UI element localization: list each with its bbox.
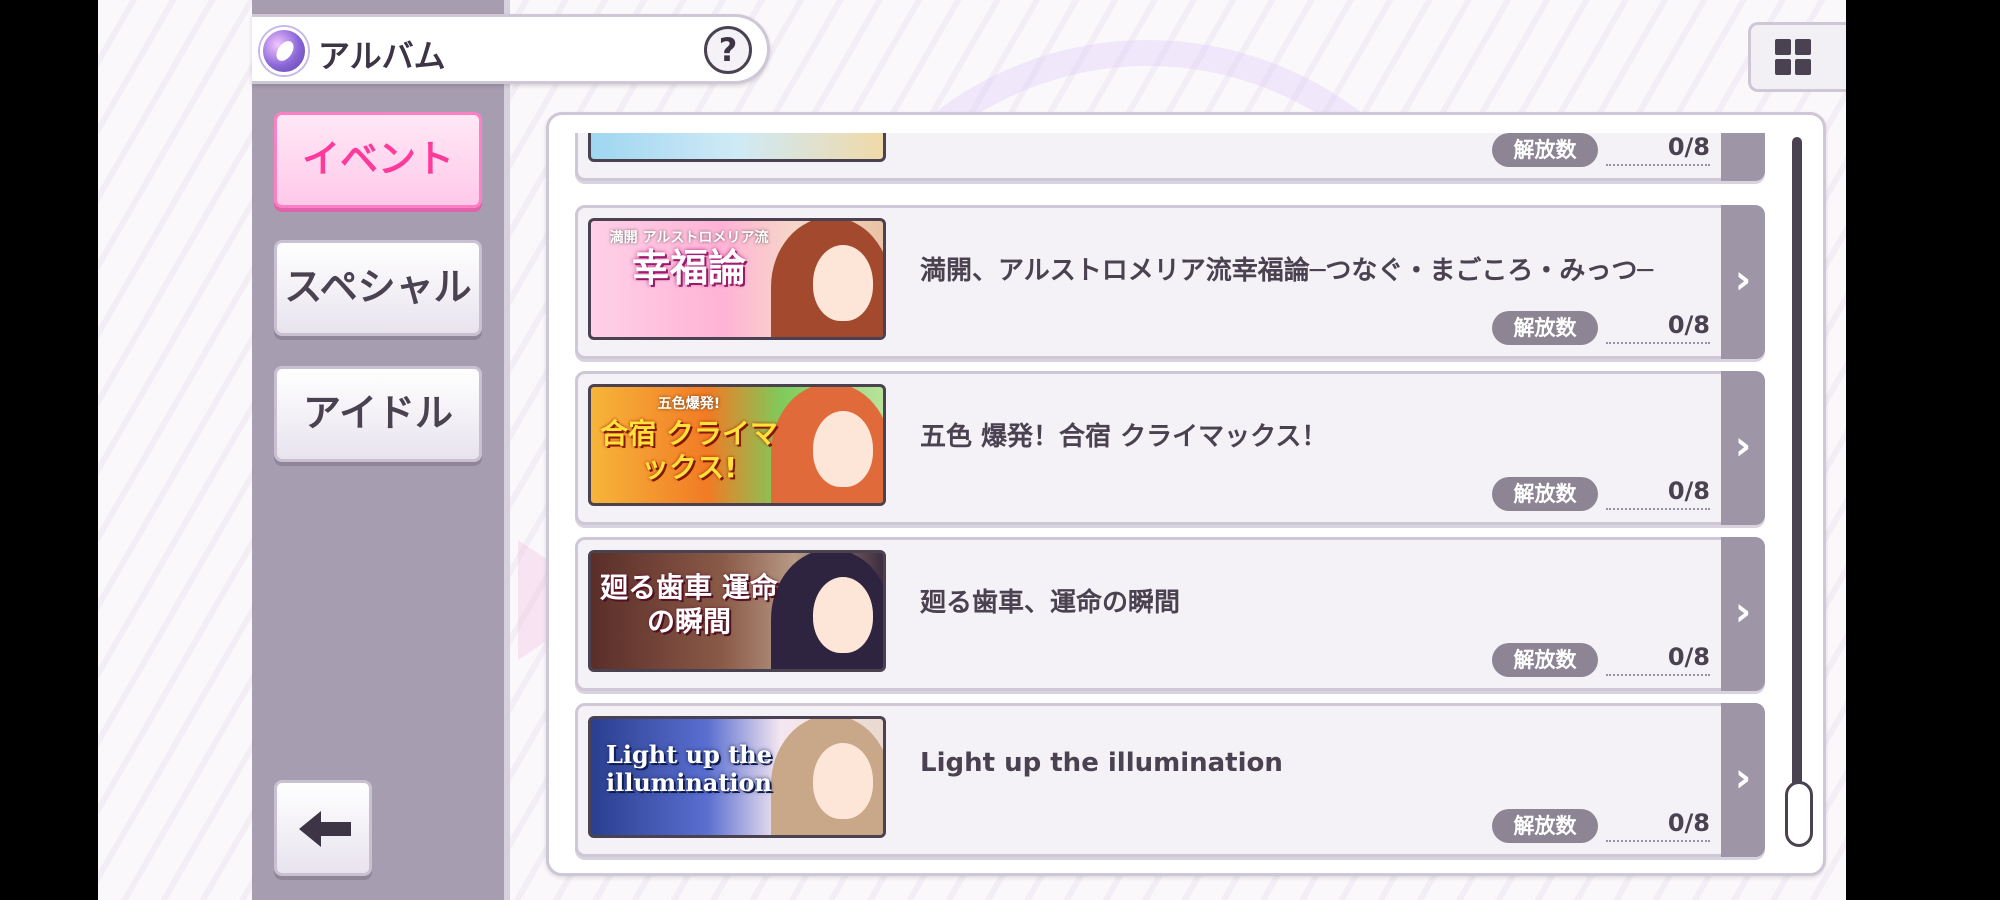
event-title: Light up the illumination — [920, 748, 1283, 778]
scrollbar-thumb[interactable] — [1785, 781, 1813, 847]
event-banner-portrait — [771, 221, 883, 337]
category-tab-idol[interactable]: アイドル — [274, 366, 482, 462]
letterbox-left — [0, 0, 98, 900]
event-row[interactable]: 解放数 0/8 › — [575, 133, 1765, 181]
unlock-badge: 解放数 — [1492, 809, 1598, 843]
event-title: 廻る歯車、運命の瞬間 — [920, 588, 1181, 618]
chevron-right-icon[interactable]: › — [1721, 703, 1765, 857]
album-icon — [260, 27, 308, 75]
event-banner-face — [813, 245, 873, 321]
back-button[interactable] — [274, 780, 372, 876]
grid-view-button[interactable] — [1748, 22, 1846, 92]
unlock-badge: 解放数 — [1492, 133, 1598, 167]
event-row[interactable]: 満開 アルストロメリア流 幸福論 満開、アルストロメリア流幸福論─つなぐ・まごこ… — [575, 205, 1765, 359]
help-button[interactable]: ? — [704, 26, 752, 74]
chevron-right-icon[interactable]: › — [1721, 371, 1765, 525]
unlock-count: 0/8 — [1606, 642, 1710, 676]
event-banner-subtext: 満開 アルストロメリア流 — [609, 230, 769, 246]
event-banner-text: 幸福論 — [631, 246, 746, 290]
event-banner: 満開 アルストロメリア流 幸福論 — [588, 218, 886, 340]
event-banner-portrait — [771, 553, 883, 669]
event-banner-text: 合宿 クライマックス! — [600, 417, 778, 484]
chevron-right-icon[interactable]: › — [1721, 133, 1765, 181]
chevron-right-icon[interactable]: › — [1721, 205, 1765, 359]
event-list[interactable]: 解放数 0/8 › 満開 アルストロメリア流 幸福論 満開、アルストロメリア流幸… — [549, 133, 1779, 863]
unlock-badge: 解放数 — [1492, 477, 1598, 511]
unlock-badge: 解放数 — [1492, 643, 1598, 677]
event-banner: 五色爆発! 合宿 クライマックス! — [588, 384, 886, 506]
event-banner-text: Light up the illumination — [605, 740, 773, 797]
unlock-badge: 解放数 — [1492, 311, 1598, 345]
event-row[interactable]: 五色爆発! 合宿 クライマックス! 五色 爆発！合宿 クライマックス！ 解放数 … — [575, 371, 1765, 525]
chevron-right-icon[interactable]: › — [1721, 537, 1765, 691]
event-title: 満開、アルストロメリア流幸福論─つなぐ・まごころ・みっつ─ — [920, 256, 1654, 286]
event-banner-text: 廻る歯車 運命の瞬間 — [600, 571, 778, 638]
event-list-panel: 解放数 0/8 › 満開 アルストロメリア流 幸福論 満開、アルストロメリア流幸… — [546, 112, 1826, 876]
letterbox-right — [1846, 0, 2000, 900]
unlock-count: 0/8 — [1606, 310, 1710, 344]
unlock-count: 0/8 — [1606, 808, 1710, 842]
event-row[interactable]: Light up the illumination Light up the i… — [575, 703, 1765, 857]
event-banner-portrait — [771, 387, 883, 503]
event-title: 五色 爆発！合宿 クライマックス！ — [920, 422, 1328, 452]
category-tab-event[interactable]: イベント — [274, 112, 482, 208]
event-banner: 廻る歯車 運命の瞬間 — [588, 550, 886, 672]
unlock-count: 0/8 — [1606, 133, 1710, 166]
event-banner-portrait — [771, 719, 883, 835]
event-banner-face — [813, 411, 873, 487]
event-row[interactable]: 廻る歯車 運命の瞬間 廻る歯車、運命の瞬間 解放数 0/8 › — [575, 537, 1765, 691]
page-title: アルバム — [318, 37, 446, 75]
event-banner-subtext: 五色爆発! — [657, 396, 721, 412]
unlock-count: 0/8 — [1606, 476, 1710, 510]
scrollbar-track[interactable] — [1792, 137, 1802, 837]
event-banner: Light up the illumination — [588, 716, 886, 838]
event-banner-face — [813, 577, 873, 653]
event-banner-face — [813, 743, 873, 819]
back-arrow-icon — [299, 811, 351, 847]
page-header: アルバム ? — [252, 14, 770, 84]
event-banner — [588, 133, 886, 162]
category-tab-special[interactable]: スペシャル — [274, 240, 482, 336]
